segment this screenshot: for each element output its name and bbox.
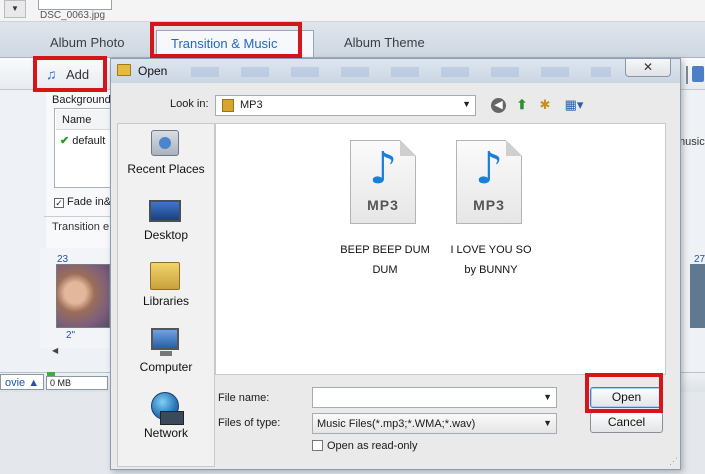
music-note-icon: ♪ [474,143,504,194]
resize-grip-icon[interactable]: ⋰ [669,456,678,467]
files-of-type-value: Music Files(*.mp3;*.WMA;*.wav) [317,418,476,430]
checkbox-unchecked-icon [312,440,323,451]
file-name-label: File name: [218,392,270,404]
transition-label: Transition e [52,221,110,233]
file-name-line: I LOVE YOU SO [450,244,532,256]
tab-album-theme[interactable]: Album Theme [330,30,439,57]
file-item[interactable]: ♪ MP3 BEEP BEEP DUM DUM [330,134,440,276]
background-toolbar-ghost [191,67,611,77]
file-item[interactable]: ♪ MP3 I LOVE YOU SO by BUNNY [436,134,546,276]
highlight-box-open-button [585,373,663,413]
mp3-file-icon: ♪ MP3 [350,140,416,224]
place-desktop[interactable]: Desktop [118,192,214,254]
computer-icon [151,328,179,356]
place-label: Network [143,426,188,440]
file-name-line: by BUNNY [464,264,518,276]
look-in-dropdown[interactable]: MP3 ▼ [215,95,476,116]
new-folder-icon[interactable]: ✱ [536,96,554,114]
open-readonly-label: Open as read-only [327,440,418,452]
folder-icon [117,64,131,76]
place-network[interactable]: Network [118,390,214,452]
place-libraries[interactable]: Libraries [118,258,214,320]
file-type-badge: MP3 [367,197,399,213]
checkbox-checked-icon: ✓ [54,198,64,208]
look-in-value: MP3 [240,99,263,111]
back-icon[interactable]: ◀ [491,98,506,113]
toolbar-icon[interactable] [692,66,704,82]
place-recent-places[interactable]: Recent Places [118,126,214,188]
toolbar-separator [686,66,688,84]
highlight-box-add-button [33,56,107,92]
triangle-up-icon: ▲ [28,377,40,389]
film-frame-duration: 2" [66,330,76,341]
music-list-item-label: default [72,135,106,147]
open-readonly-checkbox[interactable]: Open as read-only [312,440,418,452]
file-name-field[interactable]: ▼ [312,387,557,408]
look-in-label: Look in: [170,98,209,110]
chevron-down-icon: ▼ [543,418,552,428]
checkmark-icon: ✔ [60,135,70,147]
close-icon: ✕ [642,60,654,74]
photo-thumbnail[interactable] [38,0,112,10]
filmstrip-scroll-left-icon[interactable]: ◀ [52,346,58,355]
libraries-icon [150,262,180,290]
folder-icon [222,99,234,112]
background-label: Background [52,94,111,106]
places-bar: Recent Places Desktop Libraries Computer… [117,123,215,467]
mp3-file-icon: ♪ MP3 [456,140,522,224]
view-menu-icon[interactable]: ▦▾ [561,96,587,114]
place-label: Desktop [143,228,189,242]
movie-dropdown[interactable]: ovie ▲ [0,374,45,390]
place-label: Computer [139,360,193,374]
chevron-down-icon[interactable]: ▼ [543,392,552,402]
music-note-icon: ♪ [368,143,398,194]
up-folder-icon[interactable]: ⬆ [513,96,531,114]
file-name-line: BEEP BEEP DUM [340,244,430,256]
size-meter: 0 MB [46,372,108,390]
highlight-box-transition-tab [150,22,302,58]
dialog-title-bar[interactable]: Open ✕ [111,59,680,83]
tab-album-photo[interactable]: Album Photo [36,30,138,57]
place-label: Libraries [142,294,190,308]
files-of-type-label: Files of type: [218,417,281,429]
file-name-input[interactable] [313,388,538,407]
file-name: BEEP BEEP DUM DUM [330,240,440,280]
fade-label: Fade in& [67,196,112,208]
place-computer[interactable]: Computer [118,324,214,386]
music-list-item[interactable]: ✔ default [60,134,105,147]
chevron-down-icon: ▼ [462,99,471,109]
file-name-line: DUM [372,264,398,276]
cancel-button[interactable]: Cancel [590,412,663,433]
dialog-title: Open [138,64,168,78]
scroll-down-button[interactable]: ▼ [4,0,26,18]
film-frame-photo[interactable] [56,264,110,328]
place-label: Recent Places [127,162,205,176]
desktop-icon [149,200,181,222]
close-button[interactable]: ✕ [625,59,671,77]
network-icon [151,392,184,425]
recent-places-icon [151,130,179,156]
size-meter-fill [47,372,55,376]
file-list: ♪ MP3 BEEP BEEP DUM DUM ♪ MP3 I LOVE YOU… [215,123,666,375]
files-of-type-dropdown[interactable]: Music Files(*.mp3;*.WMA;*.wav) ▼ [312,413,557,434]
file-type-badge: MP3 [473,197,505,213]
film-frame-photo-right[interactable] [690,264,705,328]
size-meter-label: 0 MB [50,378,72,388]
movie-dropdown-label: ovie [5,377,26,389]
photo-thumbnail-caption: DSC_0063.jpg [40,10,106,21]
file-name: I LOVE YOU SO by BUNNY [436,240,546,280]
fade-checkbox[interactable]: ✓ Fade in& [54,196,111,208]
divider [44,216,114,217]
music-list-header[interactable]: Name [56,110,116,130]
